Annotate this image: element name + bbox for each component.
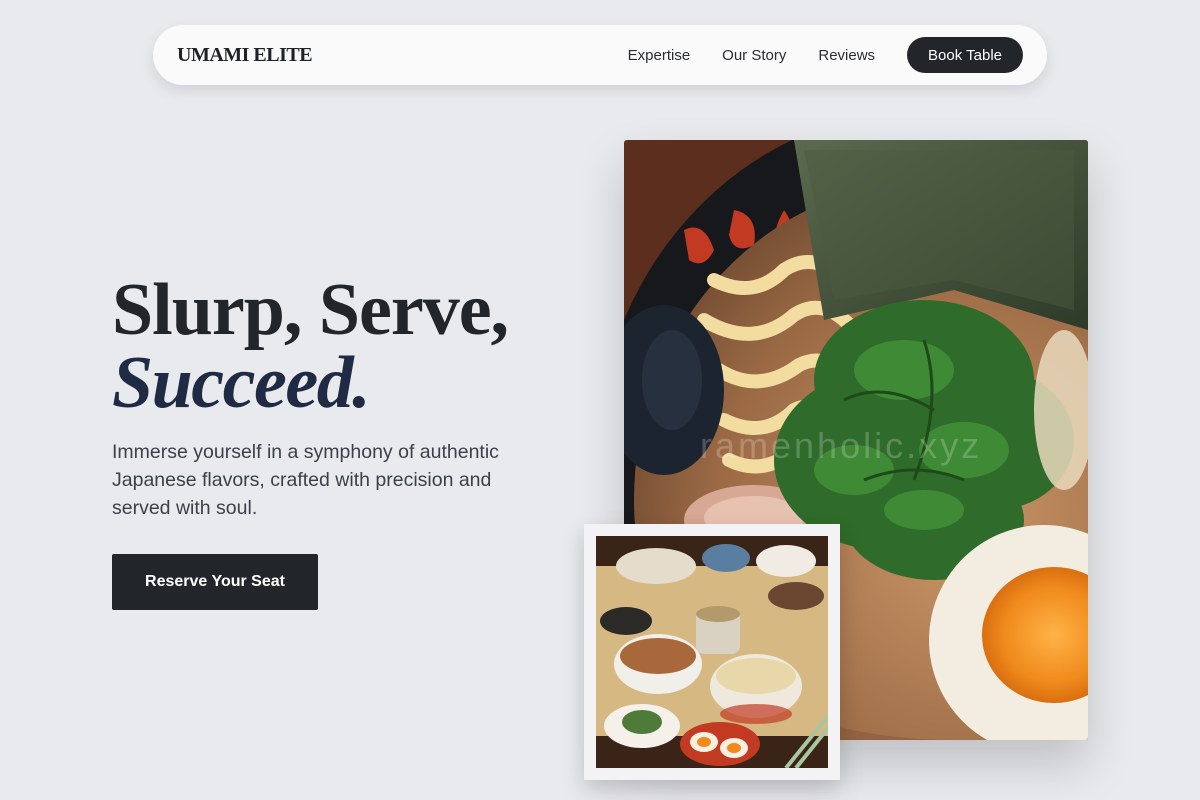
reserve-seat-button[interactable]: Reserve Your Seat (112, 554, 318, 610)
secondary-image-frame (584, 524, 840, 780)
nav-link-our-story[interactable]: Our Story (722, 47, 786, 64)
headline-line-1: Slurp, Serve, (112, 269, 509, 351)
headline-line-2: Succeed. (112, 342, 371, 424)
table-spread-illustration (596, 536, 828, 768)
image-watermark: ramenholic.xyz (700, 425, 983, 466)
book-table-button[interactable]: Book Table (907, 37, 1023, 73)
table-spread-image (596, 536, 828, 768)
nav-links: Expertise Our Story Reviews Book Table (628, 37, 1023, 73)
brand-logo[interactable]: UMAMI ELITE (177, 44, 313, 67)
nav-link-expertise[interactable]: Expertise (628, 47, 691, 64)
hero-headline: Slurp, Serve, Succeed. (112, 269, 509, 424)
top-nav: UMAMI ELITE Expertise Our Story Reviews … (153, 25, 1047, 85)
hero-description: Immerse yourself in a symphony of authen… (112, 441, 499, 519)
nav-link-reviews[interactable]: Reviews (818, 47, 875, 64)
